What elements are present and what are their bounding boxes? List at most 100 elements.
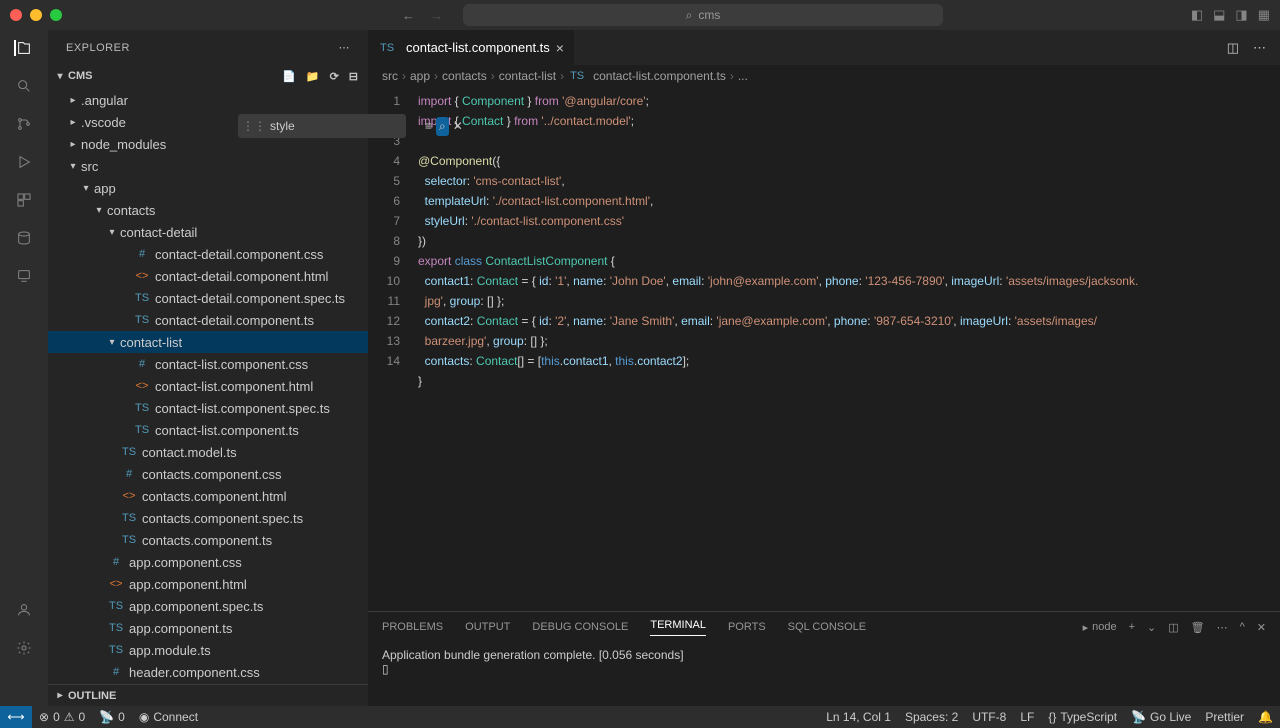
panel-tab[interactable]: PROBLEMS [382, 621, 443, 633]
file-item[interactable]: TSapp.module.ts [48, 639, 368, 661]
panel-tab[interactable]: TERMINAL [650, 619, 706, 636]
account-icon[interactable] [16, 602, 32, 618]
close-panel-icon[interactable]: ✕ [1257, 621, 1266, 634]
folder-item[interactable]: ▾app [48, 177, 368, 199]
code-content[interactable]: import { Component } from '@angular/core… [418, 91, 1280, 611]
explorer-icon[interactable] [14, 40, 32, 56]
panel-right-icon[interactable]: ◨ [1235, 7, 1247, 23]
refresh-icon[interactable]: ⟳ [330, 70, 339, 83]
file-item[interactable]: <>contact-list.component.html [48, 375, 368, 397]
panel-tab[interactable]: PORTS [728, 621, 766, 633]
split-terminal-icon[interactable]: ◫ [1168, 621, 1178, 634]
file-item[interactable]: TScontact-detail.component.spec.ts [48, 287, 368, 309]
problems-status[interactable]: ⊗0⚠0 [32, 710, 92, 724]
file-item[interactable]: #header.component.css [48, 661, 368, 683]
more-icon[interactable]: ⋯ [339, 41, 351, 54]
terminal-output[interactable]: Application bundle generation complete. … [368, 642, 1280, 706]
ports-status[interactable]: 📡0 [92, 710, 132, 724]
trash-icon[interactable]: 🗑 [1191, 621, 1205, 634]
folder-item[interactable]: ▾contact-list [48, 331, 368, 353]
file-item[interactable]: #contact-detail.component.css [48, 243, 368, 265]
file-item[interactable]: TScontact-list.component.spec.ts [48, 397, 368, 419]
breadcrumb-seg[interactable]: contacts [442, 69, 487, 83]
more-panel-icon[interactable]: ⋯ [1217, 621, 1228, 634]
breadcrumb-seg[interactable]: contact-list [499, 69, 556, 83]
tree-filter[interactable]: ⋮⋮ ≡ ⌕ ✕ [238, 114, 406, 138]
back-icon[interactable]: ← [402, 8, 415, 23]
close-tab-icon[interactable]: × [556, 40, 564, 56]
panel-bottom-icon[interactable]: ⬓ [1213, 7, 1225, 23]
database-icon[interactable] [16, 230, 32, 246]
code-editor[interactable]: 1234567891011121314 import { Component }… [368, 87, 1280, 611]
command-center[interactable]: ⌕ cms [463, 4, 943, 26]
forward-icon[interactable]: → [430, 8, 443, 23]
split-icon[interactable]: ◫ [1227, 40, 1239, 56]
encoding[interactable]: UTF-8 [965, 710, 1013, 724]
collapse-icon[interactable]: ⊟ [349, 70, 358, 83]
file-item[interactable]: TScontact-detail.component.ts [48, 309, 368, 331]
file-item[interactable]: TScontact-list.component.ts [48, 419, 368, 441]
maximize-window[interactable] [50, 9, 62, 21]
file-item[interactable]: TSapp.component.ts [48, 617, 368, 639]
file-item[interactable]: #app.component.css [48, 551, 368, 573]
file-item[interactable]: TScontacts.component.ts [48, 529, 368, 551]
file-item[interactable]: <>contact-detail.component.html [48, 265, 368, 287]
extensions-icon[interactable] [16, 192, 32, 208]
connect-status[interactable]: ◉Connect [132, 710, 205, 724]
debug-icon[interactable] [16, 154, 32, 170]
breadcrumb-seg[interactable]: src [382, 69, 398, 83]
breadcrumb-seg[interactable]: contact-list.component.ts [593, 69, 726, 83]
layout-icon[interactable]: ▦ [1258, 7, 1270, 23]
source-control-icon[interactable] [16, 116, 32, 132]
folder-item[interactable]: ▾contacts [48, 199, 368, 221]
remote-indicator[interactable]: ⟷ [0, 706, 32, 728]
project-section[interactable]: ▾ CMS 📄 📁 ⟳ ⊟ [48, 65, 368, 87]
more-tab-icon[interactable]: ⋯ [1253, 40, 1266, 56]
prettier-status[interactable]: Prettier [1198, 710, 1251, 724]
indentation[interactable]: Spaces: 2 [898, 710, 965, 724]
outline-section[interactable]: ▸ OUTLINE [48, 684, 368, 706]
fuzzy-icon[interactable]: ⌕ [436, 117, 449, 136]
file-item[interactable]: TSapp.component.spec.ts [48, 595, 368, 617]
maximize-panel-icon[interactable]: ^ [1240, 621, 1245, 633]
panel-left-icon[interactable]: ◧ [1191, 7, 1203, 23]
file-item[interactable]: <>contacts.component.html [48, 485, 368, 507]
close-filter-icon[interactable]: ✕ [453, 119, 463, 133]
file-item[interactable]: #contacts.component.css [48, 463, 368, 485]
filter-icon[interactable]: ≡ [425, 119, 432, 133]
eol[interactable]: LF [1013, 710, 1041, 724]
breadcrumb-seg[interactable]: ... [738, 69, 748, 83]
folder-item[interactable]: ▾src [48, 155, 368, 177]
new-terminal-icon[interactable]: + [1129, 621, 1135, 633]
breadcrumb-seg[interactable]: app [410, 69, 430, 83]
language-mode[interactable]: {}TypeScript [1041, 710, 1124, 724]
shell-picker[interactable]: ▸ node [1083, 621, 1117, 634]
file-item[interactable]: #contact-list.component.css [48, 353, 368, 375]
bottom-panel: PROBLEMS OUTPUT DEBUG CONSOLE TERMINAL PORTS… [368, 611, 1280, 706]
line-gutter: 1234567891011121314 [368, 91, 418, 611]
panel-tab[interactable]: SQL CONSOLE [788, 621, 866, 633]
panel-tab[interactable]: DEBUG CONSOLE [532, 621, 628, 633]
new-file-icon[interactable]: 📄 [282, 70, 296, 83]
cursor-position[interactable]: Ln 14, Col 1 [819, 710, 898, 724]
new-folder-icon[interactable]: 📁 [306, 70, 320, 83]
file-item[interactable]: TScontacts.component.spec.ts [48, 507, 368, 529]
go-live[interactable]: 📡Go Live [1124, 710, 1198, 724]
close-window[interactable] [10, 9, 22, 21]
panel-tab[interactable]: OUTPUT [465, 621, 510, 633]
filter-input[interactable] [270, 119, 425, 133]
folder-item[interactable]: ▾contact-detail [48, 221, 368, 243]
terminal-dropdown-icon[interactable]: ⌄ [1147, 621, 1156, 634]
settings-icon[interactable] [16, 640, 32, 656]
notifications-icon[interactable]: 🔔 [1251, 710, 1280, 724]
folder-item[interactable]: ▸.angular [48, 89, 368, 111]
outline-label: OUTLINE [68, 690, 116, 702]
remote-icon[interactable] [16, 268, 32, 284]
search-activity-icon[interactable] [16, 78, 32, 94]
minimize-window[interactable] [30, 9, 42, 21]
sidebar: EXPLORER ⋯ ▾ CMS 📄 📁 ⟳ ⊟ ⋮⋮ ≡ ⌕ ✕ ▸.angu… [48, 30, 368, 706]
file-item[interactable]: TScontact.model.ts [48, 441, 368, 463]
breadcrumb[interactable]: src›app›contacts›contact-list›TScontact-… [368, 65, 1280, 87]
tab-active[interactable]: TS contact-list.component.ts × [368, 30, 575, 65]
file-item[interactable]: <>app.component.html [48, 573, 368, 595]
